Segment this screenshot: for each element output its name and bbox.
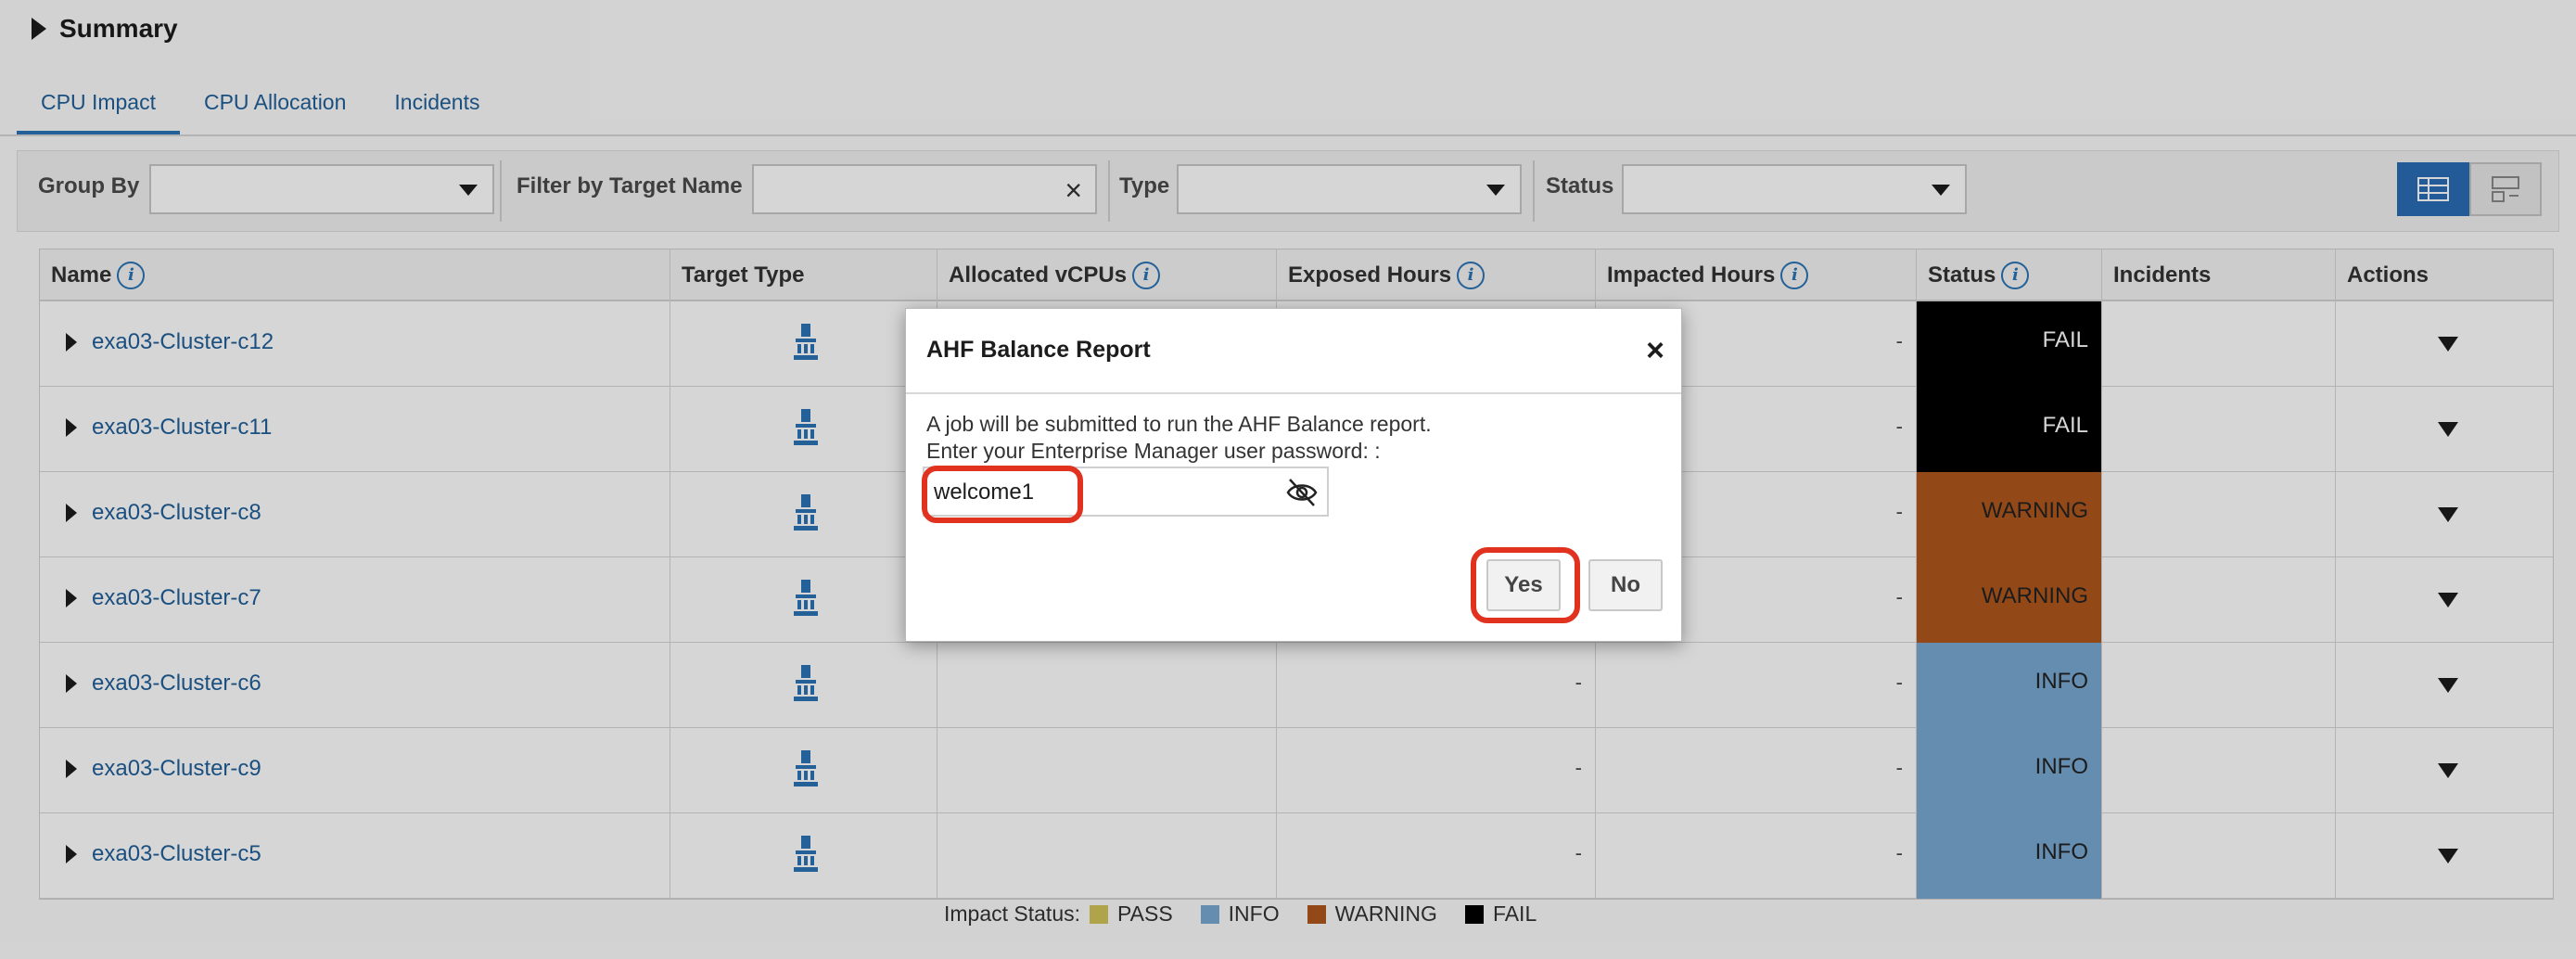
dialog-message-line2: Enter your Enterprise Manager user passw… [926, 439, 1381, 463]
dialog-title: AHF Balance Report [926, 337, 1151, 363]
dialog-message-line1: A job will be submitted to run the AHF B… [926, 412, 1432, 436]
yes-button-highlight [1471, 547, 1580, 623]
dialog-header: AHF Balance Report × [906, 309, 1681, 394]
dialog-message: A job will be submitted to run the AHF B… [926, 411, 1432, 465]
password-highlight [922, 466, 1083, 523]
close-icon[interactable]: × [1646, 335, 1664, 366]
no-button[interactable]: No [1588, 559, 1663, 611]
eye-slash-icon[interactable] [1284, 476, 1320, 509]
